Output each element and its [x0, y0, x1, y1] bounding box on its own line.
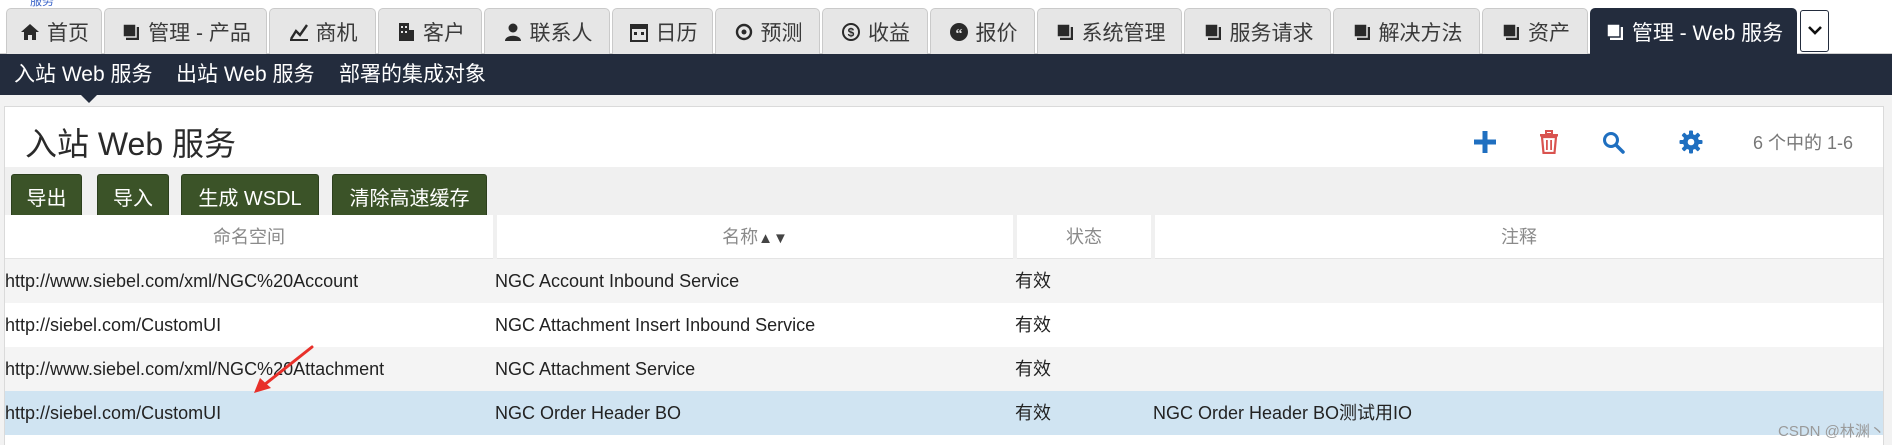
building-icon: [395, 21, 417, 43]
table-row[interactable]: http://siebel.com/CustomUI NGC Attachmen…: [5, 303, 1883, 347]
watermark-text: CSDN @林渊丶: [1778, 423, 1885, 440]
status-cell: 有效: [1015, 359, 1051, 379]
trash-icon[interactable]: [1535, 128, 1563, 156]
tab-account[interactable]: 客户: [378, 8, 482, 54]
table-row[interactable]: http://www.siebel.com/xml/NGC%20Account …: [5, 259, 1883, 303]
chart-icon: [288, 21, 310, 43]
square-icon: [1500, 21, 1522, 43]
sort-indicator-icon: ▲▼: [758, 230, 788, 247]
tab-label: 解决方法: [1378, 21, 1463, 45]
comment-cell: NGC Order Header BO测试用IO: [1153, 403, 1413, 423]
tab-forecast[interactable]: 预测: [715, 8, 820, 54]
tab-label: 首页: [47, 21, 89, 45]
import-button[interactable]: 导入: [97, 174, 169, 218]
top-tab-bar: 服务 首页 管理 - 产品 商机 客户 联系人 日历 预测 $ 收益 “ 报价 …: [0, 0, 1892, 54]
tab-label: 客户: [423, 21, 465, 45]
tab-opportunity[interactable]: 商机: [269, 8, 376, 54]
namespace-cell: http://www.siebel.com/xml/NGC%20Attachme…: [5, 359, 385, 379]
column-header-status[interactable]: 状态: [1017, 215, 1151, 259]
subnav-deployed-integration-objects[interactable]: 部署的集成对象: [339, 54, 486, 95]
tab-system-admin[interactable]: 系统管理: [1037, 8, 1182, 54]
tab-home[interactable]: 首页: [6, 8, 102, 54]
tab-assets[interactable]: 资产: [1482, 8, 1588, 54]
tab-service-request[interactable]: 服务请求: [1184, 8, 1331, 54]
tab-label: 管理 - Web 服务: [1631, 21, 1784, 45]
quote-icon: “: [948, 21, 970, 43]
status-cell: 有效: [1015, 271, 1051, 291]
plus-icon[interactable]: [1471, 128, 1499, 156]
subnav-outbound-web-services[interactable]: 出站 Web 服务: [176, 54, 314, 95]
search-icon[interactable]: [1599, 128, 1627, 156]
tab-quote[interactable]: “ 报价: [930, 8, 1035, 54]
column-header-label: 名称: [722, 227, 759, 247]
subnav-inbound-web-services[interactable]: 入站 Web 服务: [14, 54, 152, 95]
column-header-comment[interactable]: 注释: [1155, 215, 1883, 259]
square-icon: [1202, 21, 1224, 43]
home-icon: [19, 21, 41, 43]
tab-label: 联系人: [529, 21, 593, 45]
square-icon: [1604, 21, 1626, 43]
tab-label: 管理 - 产品: [148, 21, 251, 45]
name-cell: NGC Order Header BO: [495, 403, 682, 423]
namespace-cell: http://siebel.com/CustomUI: [5, 403, 222, 423]
tab-label: 预测: [760, 21, 803, 45]
annotation-arrow-icon: [254, 345, 314, 393]
table-row-selected[interactable]: http://siebel.com/CustomUI NGC Order Hea…: [5, 391, 1883, 435]
sub-navigation-bar: 入站 Web 服务 出站 Web 服务 部署的集成对象: [0, 54, 1892, 95]
tab-label: 服务请求: [1229, 21, 1314, 45]
tab-label: 系统管理: [1081, 21, 1166, 45]
person-icon: [502, 21, 524, 43]
namespace-cell: http://www.siebel.com/xml/NGC%20Account: [5, 271, 359, 291]
svg-text:“: “: [955, 27, 962, 42]
column-header-name[interactable]: 名称▲▼: [497, 215, 1013, 259]
column-header-namespace[interactable]: 命名空间: [5, 215, 493, 259]
dollar-icon: $: [840, 21, 862, 43]
status-cell: 有效: [1015, 403, 1051, 423]
square-icon: [1054, 21, 1076, 43]
square-icon: [1351, 21, 1373, 43]
generate-wsdl-button[interactable]: 生成 WSDL: [181, 174, 319, 218]
tab-label: 收益: [868, 21, 910, 45]
name-cell: NGC Attachment Insert Inbound Service: [495, 315, 816, 335]
record-count: 6 个中的 1-6: [1753, 133, 1854, 153]
tab-label: 日历: [655, 21, 698, 45]
tab-calendar[interactable]: 日历: [612, 8, 713, 54]
target-icon: [733, 21, 755, 43]
active-subnav-caret: [81, 95, 97, 103]
more-tabs-dropdown[interactable]: [1800, 10, 1829, 52]
svg-text:$: $: [848, 25, 855, 39]
tab-solutions[interactable]: 解决方法: [1333, 8, 1480, 54]
tab-revenue[interactable]: $ 收益: [822, 8, 928, 54]
name-cell: NGC Account Inbound Service: [495, 271, 740, 291]
tab-admin-product[interactable]: 管理 - 产品: [104, 8, 267, 54]
tab-label: 报价: [975, 21, 1018, 45]
gear-icon[interactable]: [1677, 128, 1705, 156]
applet-title: 入站 Web 服务: [25, 126, 237, 162]
chevron-down-icon: [1807, 22, 1822, 40]
square-icon: [120, 21, 142, 43]
clear-cache-button[interactable]: 清除高速缓存: [332, 174, 487, 218]
tab-label: 资产: [1528, 21, 1570, 45]
tab-contacts[interactable]: 联系人: [484, 8, 610, 54]
name-cell: NGC Attachment Service: [495, 359, 696, 379]
calendar-icon: [628, 21, 650, 43]
tab-admin-web-services[interactable]: 管理 - Web 服务: [1590, 8, 1797, 54]
status-cell: 有效: [1015, 315, 1051, 335]
namespace-cell: http://siebel.com/CustomUI: [5, 315, 222, 335]
tab-label: 商机: [315, 21, 358, 45]
export-button[interactable]: 导出: [11, 174, 82, 218]
